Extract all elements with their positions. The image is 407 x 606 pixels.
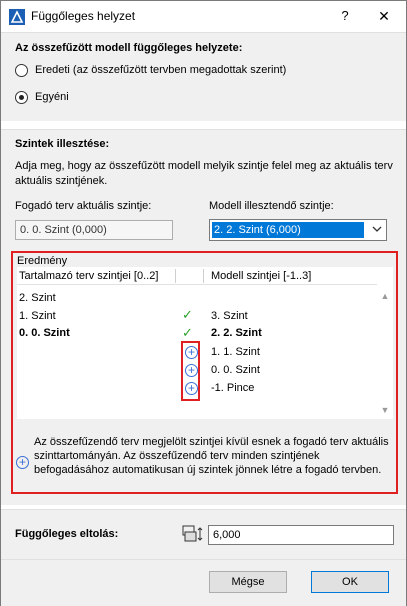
- host-row: 2. Szint: [19, 292, 56, 304]
- vertical-position-heading: Az összefűzött modell függőleges helyzet…: [15, 42, 243, 54]
- radio-original[interactable]: [15, 64, 28, 77]
- host-column-header: Tartalmazó terv szintjei [0..2]: [19, 270, 159, 282]
- model-column-header: Modell szintjei [-1..3]: [211, 270, 312, 282]
- scroll-up-arrow[interactable]: ▲: [379, 291, 391, 303]
- chevron-down-icon: [372, 226, 382, 232]
- plus-circle-icon: +: [185, 346, 198, 359]
- model-row: 0. 0. Szint: [211, 364, 260, 376]
- archicad-app-icon: [9, 9, 25, 25]
- levels-heading: Szintek illesztése:: [15, 138, 110, 150]
- result-list: Tartalmazó terv szintjei [0..2] Modell s…: [17, 267, 393, 419]
- host-row-current: 0. 0. Szint: [19, 327, 70, 339]
- result-list-header: Tartalmazó terv szintjei [0..2] Modell s…: [17, 267, 377, 285]
- model-level-dropdown[interactable]: 2. 2. Szint (6,000): [209, 219, 387, 241]
- host-level-value: 0. 0. Szint (0,000): [20, 224, 107, 236]
- model-row: 1. 1. Szint: [211, 346, 260, 358]
- model-level-value: 2. 2. Szint (6,000): [212, 222, 364, 238]
- result-note: Az összefűzendő terv megjelölt szintjei …: [34, 436, 389, 476]
- offset-input[interactable]: 6,000: [208, 525, 394, 545]
- close-button[interactable]: ✕: [371, 5, 397, 27]
- check-icon: ✓: [182, 325, 193, 340]
- vertical-position-section: Az összefűzött modell függőleges helyzet…: [1, 32, 406, 121]
- radio-custom-label[interactable]: Egyéni: [35, 91, 69, 103]
- vertical-offset-icon: [182, 525, 203, 542]
- model-row-matched: 2. 2. Szint: [211, 327, 262, 339]
- ok-button[interactable]: OK: [311, 571, 389, 593]
- title-bar: Függőleges helyzet ? ✕: [1, 1, 406, 32]
- window-title: Függőleges helyzet: [31, 9, 136, 23]
- radio-custom[interactable]: [15, 91, 28, 104]
- plus-circle-icon: +: [185, 364, 198, 377]
- check-icon: ✓: [182, 307, 193, 322]
- dialog-window: Függőleges helyzet ? ✕ Az összefűzött mo…: [0, 0, 407, 606]
- plus-circle-icon: +: [185, 382, 198, 395]
- levels-description: Adja meg, hogy az összefűzött modell mel…: [15, 160, 393, 187]
- offset-value: 6,000: [213, 529, 241, 541]
- result-heading: Eredmény: [17, 255, 68, 267]
- help-button[interactable]: ?: [333, 5, 357, 27]
- host-level-label: Fogadó terv aktuális szintje:: [15, 200, 152, 212]
- plus-circle-icon: +: [16, 456, 29, 469]
- radio-original-label[interactable]: Eredeti (az összefűzött tervben megadott…: [35, 64, 286, 76]
- model-row: 3. Szint: [211, 310, 248, 322]
- host-level-field: 0. 0. Szint (0,000): [15, 220, 173, 240]
- host-row: 1. Szint: [19, 310, 56, 322]
- scroll-down-arrow[interactable]: ▼: [379, 405, 391, 417]
- model-row: -1. Pince: [211, 382, 255, 394]
- offset-label: Függőleges eltolás:: [15, 528, 119, 540]
- model-level-label: Modell illesztendő szintje:: [209, 200, 334, 212]
- cancel-button[interactable]: Mégse: [209, 571, 287, 593]
